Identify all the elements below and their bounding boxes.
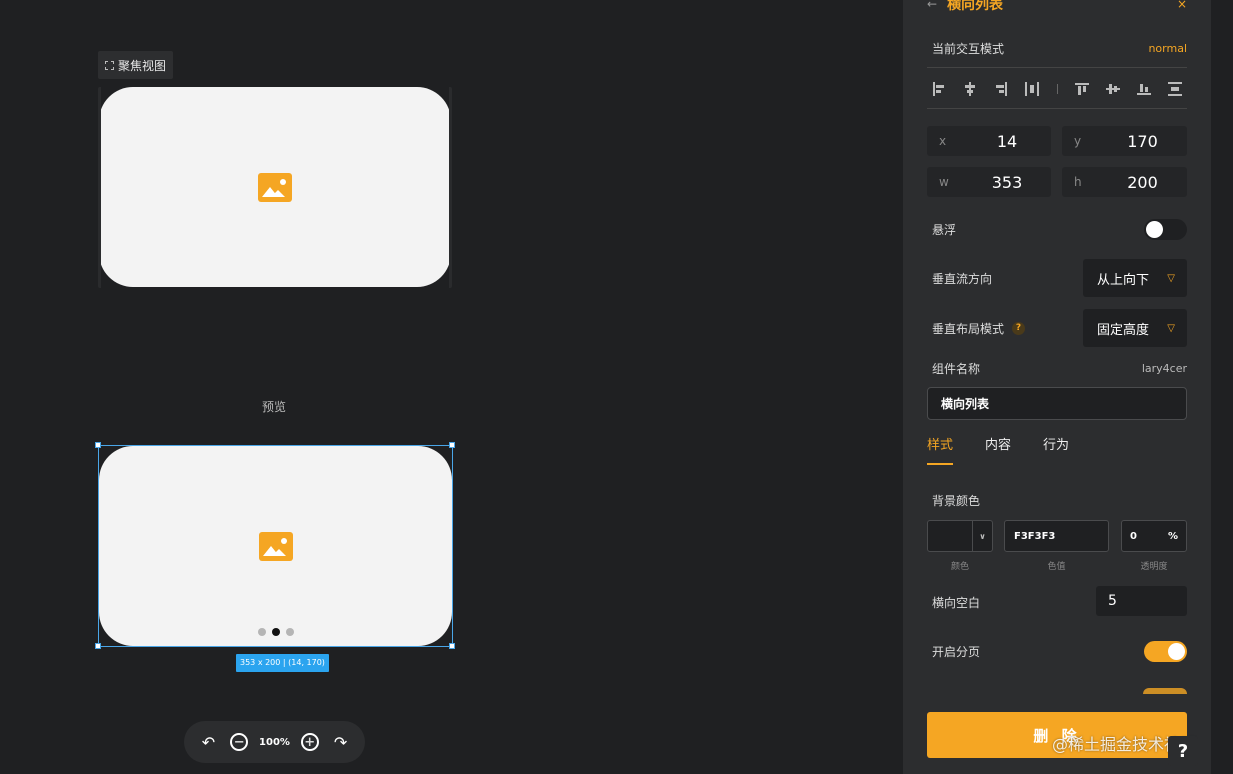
layout-mode-label: 垂直布局模式: [932, 321, 1005, 336]
resize-handle-tl[interactable]: [95, 442, 101, 448]
preview-label: 预览: [262, 400, 287, 414]
component-name-row: 组件名称 lary4cer: [932, 360, 1187, 376]
float-label: 悬浮: [932, 222, 957, 237]
help-icon[interactable]: ?: [1012, 321, 1026, 335]
bg-color-row: 背景颜色: [932, 492, 1187, 508]
alignment-toolbar: [927, 78, 1187, 100]
component-name-input[interactable]: 横向列表: [927, 387, 1187, 420]
tab-content[interactable]: 内容: [985, 432, 1011, 466]
opacity-label: 透明度: [1140, 562, 1168, 572]
next-toggle-partial[interactable]: [1143, 688, 1187, 694]
divider: [927, 108, 1187, 109]
h-field[interactable]: h 200: [1062, 167, 1187, 197]
zoom-out-icon[interactable]: −: [230, 733, 249, 751]
resize-handle-br[interactable]: [449, 643, 455, 649]
panel-tabs: 样式 内容 行为: [927, 432, 1187, 466]
align-top-icon[interactable]: [1074, 82, 1089, 96]
align-bottom-icon[interactable]: [1136, 82, 1151, 96]
redo-icon[interactable]: ↷: [330, 731, 352, 753]
toolbar-separator: [1056, 84, 1058, 94]
float-row: 悬浮: [932, 218, 1187, 240]
zoom-in-icon[interactable]: +: [300, 733, 319, 751]
y-value[interactable]: 170: [1098, 132, 1187, 151]
resize-handle-tr[interactable]: [449, 442, 455, 448]
layout-mode-select[interactable]: 固定高度 ▽: [1083, 309, 1187, 347]
pagination-toggle[interactable]: [1144, 640, 1187, 662]
align-right-icon[interactable]: [994, 82, 1008, 96]
bg-color-label: 背景颜色: [932, 493, 981, 508]
color-swatch-label: 颜色: [950, 562, 969, 572]
chevron-down-icon: ▽: [1167, 272, 1175, 284]
color-value-label: 色值: [1047, 562, 1066, 572]
y-field[interactable]: y 170: [1062, 126, 1187, 156]
dimension-badge: 353 x 200 | (14, 170): [236, 654, 329, 672]
component-id: lary4cer: [1141, 361, 1187, 375]
float-toggle[interactable]: [1144, 218, 1187, 240]
help-button[interactable]: ?: [1168, 736, 1198, 766]
pagination-row: 开启分页: [932, 640, 1187, 662]
align-center-v-icon[interactable]: [1105, 82, 1120, 96]
h-gap-label: 横向空白: [932, 595, 981, 610]
zoom-level: 100%: [259, 736, 290, 748]
carousel-dot-active[interactable]: [272, 628, 280, 636]
distribute-v-icon[interactable]: [1168, 82, 1182, 96]
align-center-h-icon[interactable]: [963, 82, 977, 96]
selected-carousel-card[interactable]: [99, 446, 452, 646]
zoom-toolbar: ↶ − 100% + ↷: [184, 721, 365, 763]
h-gap-input[interactable]: 5: [1096, 586, 1187, 616]
chevron-down-icon: ▽: [1167, 322, 1175, 334]
x-value[interactable]: 14: [963, 132, 1051, 151]
close-icon[interactable]: ×: [1177, 0, 1187, 11]
flow-direction-label: 垂直流方向: [932, 271, 993, 286]
image-placeholder-icon: [258, 172, 292, 202]
chevron-down-icon[interactable]: ∨: [972, 521, 992, 551]
tab-behavior[interactable]: 行为: [1043, 432, 1069, 466]
undo-icon[interactable]: ↶: [197, 731, 219, 753]
color-value-input[interactable]: F3F3F3: [1004, 520, 1109, 552]
tab-style[interactable]: 样式: [927, 432, 954, 466]
component-name-label: 组件名称: [932, 361, 981, 376]
x-field[interactable]: x 14: [927, 126, 1051, 156]
panel-scrollbar[interactable]: [1211, 0, 1233, 774]
interaction-mode-label: 当前交互模式: [932, 41, 1005, 56]
pagination-label: 开启分页: [932, 644, 981, 659]
panel-title: 横向列表: [947, 0, 1004, 13]
panel-header: ← 横向列表 ×: [927, 0, 1187, 14]
properties-panel: ← 横向列表 × 当前交互模式 normal x 14 y 170 w 353 …: [903, 0, 1211, 774]
h-value[interactable]: 200: [1098, 173, 1187, 192]
resize-handle-bl[interactable]: [95, 643, 101, 649]
focus-view-button[interactable]: 聚焦视图: [98, 51, 174, 79]
top-carousel-card[interactable]: [99, 87, 451, 287]
back-icon[interactable]: ←: [927, 0, 937, 11]
flow-direction-select[interactable]: 从上向下 ▽: [1083, 259, 1187, 297]
design-canvas[interactable]: 聚焦视图 预览 353 x 200 | (14, 170) ↶ − 100% +…: [0, 0, 903, 774]
opacity-input[interactable]: 0 %: [1121, 520, 1187, 552]
w-field[interactable]: w 353: [927, 167, 1051, 197]
carousel-dots: [258, 628, 294, 636]
focus-icon: [105, 60, 114, 70]
carousel-dot[interactable]: [286, 628, 294, 636]
focus-view-label: 聚焦视图: [118, 58, 167, 73]
image-placeholder-icon: [258, 531, 293, 561]
color-swatch-picker[interactable]: ∨: [927, 520, 993, 552]
divider: [927, 67, 1187, 68]
carousel-dot[interactable]: [258, 628, 266, 636]
align-left-icon[interactable]: [932, 82, 946, 96]
w-value[interactable]: 353: [963, 173, 1051, 192]
distribute-h-icon[interactable]: [1025, 82, 1040, 96]
interaction-mode-value: normal: [1148, 41, 1187, 55]
interaction-mode-row: 当前交互模式 normal: [932, 40, 1187, 56]
